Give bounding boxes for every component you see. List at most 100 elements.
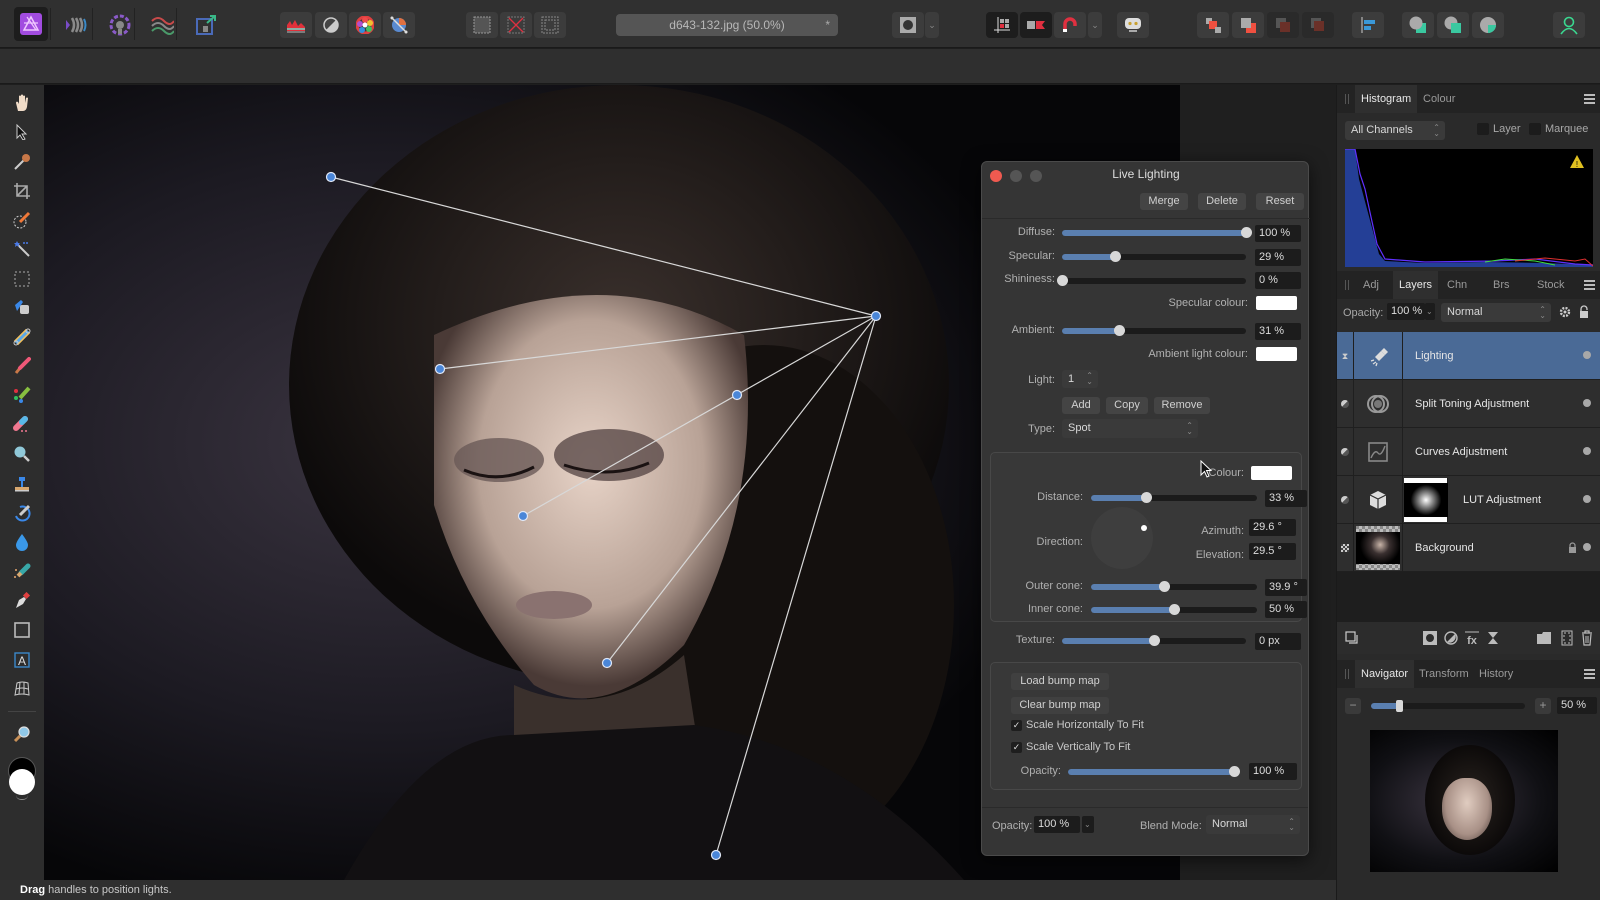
boolean-subtract-button[interactable] [1437,12,1469,38]
add-light-button[interactable]: Add [1062,397,1100,414]
quick-mask-dropdown[interactable]: ⌄ [925,12,939,38]
ambient-colour-swatch[interactable] [1256,347,1297,361]
adjustment-layer-icon[interactable] [1444,631,1458,645]
deselect-button[interactable] [500,12,532,38]
direction-handle[interactable] [1141,525,1147,531]
marquee-checkbox[interactable] [1529,123,1541,135]
boolean-intersect-button[interactable] [1472,12,1504,38]
copy-light-button[interactable]: Copy [1106,397,1148,414]
direction-dial[interactable] [1091,507,1153,569]
layer-row-lighting[interactable]: ⧗ Lighting [1337,332,1600,380]
shininess-value[interactable]: 0 % [1255,272,1301,289]
navigator-view-rect[interactable] [1460,768,1528,802]
layer-checkbox[interactable] [1477,123,1489,135]
move-forward-one-button[interactable] [1232,12,1264,38]
specular-colour-swatch[interactable] [1256,296,1297,310]
layer-mask-thumbnail[interactable] [1404,478,1448,522]
gear-icon[interactable] [1559,306,1571,318]
document-title-tab[interactable]: d643-132.jpg (50.0%) * [616,14,838,36]
slider-knob[interactable] [1169,604,1180,615]
tab-colour[interactable]: Colour [1417,85,1461,113]
diffuse-slider[interactable] [1062,227,1252,238]
panel-menu-icon[interactable] [1584,94,1595,104]
invert-selection-button[interactable] [534,12,566,38]
channel-select[interactable]: All Channels ⌃ ⌄ [1345,121,1445,140]
panel-menu-icon[interactable] [1584,280,1595,290]
snapping-grid-button[interactable] [986,12,1018,38]
diffuse-value[interactable]: 100 % [1255,225,1301,242]
texture-value[interactable]: 0 px [1255,633,1301,650]
outer-cone-value[interactable]: 39.9 ° [1265,579,1307,596]
move-tool[interactable] [8,119,36,145]
lock-icon[interactable] [1579,305,1589,318]
rectangle-tool[interactable] [8,617,36,643]
levels-button[interactable] [280,12,312,38]
texture-slider[interactable] [1062,635,1246,646]
slider-knob[interactable] [1149,635,1160,646]
light-stepper[interactable]: 1 ⌃ ⌄ [1062,370,1098,388]
pixel-tool[interactable] [8,382,36,408]
slider-knob[interactable] [1241,227,1252,238]
layer-blend-select[interactable]: Normal ⌃ ⌄ [1441,303,1551,322]
layer-row-lut[interactable]: LUT Adjustment [1337,476,1600,524]
distance-slider[interactable] [1091,492,1257,503]
specular-slider[interactable] [1062,251,1246,262]
light-type-select[interactable]: Spot ⌃ ⌄ [1062,419,1198,438]
layer-row-split-toning[interactable]: Split Toning Adjustment [1337,380,1600,428]
visibility-toggle[interactable] [1583,495,1591,503]
layer-row-background[interactable]: Background [1337,524,1600,572]
opacity-value[interactable]: 100 % [1034,816,1080,833]
layer-opacity-value[interactable]: 100 % [1387,303,1425,320]
azimuth-value[interactable]: 29.6 ° [1249,519,1296,536]
zoom-out-button[interactable]: − [1345,698,1361,714]
specular-value[interactable]: 29 % [1255,249,1301,266]
zoom-tool[interactable] [8,721,36,747]
quick-mask-button[interactable] [892,12,924,38]
light-handle-origin[interactable] [870,310,882,322]
add-pixel-layer-icon[interactable] [1561,630,1573,646]
light-handle[interactable] [731,389,743,401]
layer-lock-icon[interactable] [1568,542,1577,553]
slider-knob[interactable] [1057,275,1068,286]
scale-horizontally-checkbox[interactable]: ✓ [1011,720,1022,731]
develop-persona-button[interactable] [104,10,136,40]
inner-cone-slider[interactable] [1091,604,1257,615]
clear-bump-map-button[interactable]: Clear bump map [1011,697,1109,714]
add-group-icon[interactable] [1536,631,1552,645]
mask-layer-icon[interactable] [1423,631,1437,645]
healing-brush-tool[interactable] [8,500,36,526]
boolean-add-button[interactable] [1402,12,1434,38]
visibility-toggle[interactable] [1583,447,1591,455]
move-to-front-button[interactable] [1302,12,1334,38]
flood-fill-tool[interactable] [8,295,36,321]
stepper-arrows-icon[interactable]: ⌃ ⌄ [1086,372,1093,386]
dodge-tool[interactable] [8,441,36,467]
white-balance-button[interactable] [315,12,347,38]
marquee-tool[interactable] [8,266,36,292]
live-filter-icon[interactable] [1487,631,1499,645]
tab-brushes[interactable]: Brs [1487,271,1516,299]
inner-cone-value[interactable]: 50 % [1265,601,1307,618]
ambient-value[interactable]: 31 % [1255,323,1301,340]
swap-colours-icon[interactable] [16,795,28,800]
bump-opacity-slider[interactable] [1068,766,1240,777]
export-persona-button[interactable] [190,10,222,40]
distance-value[interactable]: 33 % [1265,490,1307,507]
shininess-slider[interactable] [1057,275,1246,286]
tab-layers[interactable]: Layers [1393,271,1439,299]
account-button[interactable] [1553,12,1585,38]
selection-brush-tool[interactable] [8,207,36,233]
light-handle[interactable] [710,849,722,861]
delete-button[interactable]: Delete [1198,193,1246,210]
layer-opacity-dropdown[interactable]: ⌄ [1425,303,1435,320]
blur-brush-tool[interactable] [8,529,36,555]
colour-swatches[interactable] [8,757,36,801]
flood-select-tool[interactable] [8,236,36,262]
blend-mode-select[interactable]: Normal ⌃ ⌄ [1206,815,1300,834]
load-bump-map-button[interactable]: Load bump map [1011,673,1109,690]
visibility-toggle[interactable] [1583,399,1591,407]
elevation-value[interactable]: 29.5 ° [1249,543,1296,560]
slider-knob[interactable] [1140,492,1152,503]
light-handle[interactable] [517,510,529,522]
crop-tool[interactable] [8,178,36,204]
